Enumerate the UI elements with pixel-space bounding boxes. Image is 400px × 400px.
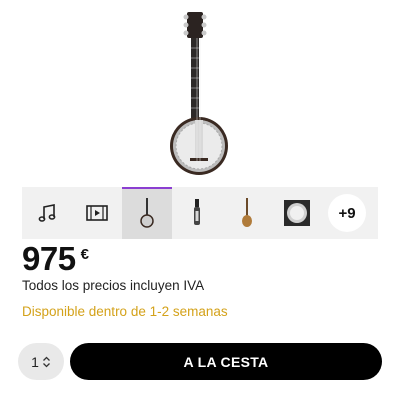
price: 975 € xyxy=(22,240,89,278)
banjo-thumb-icon xyxy=(284,200,310,226)
product-image[interactable] xyxy=(0,0,400,180)
thumb-video[interactable] xyxy=(72,187,122,239)
video-icon xyxy=(86,205,108,221)
more-images-label: +9 xyxy=(338,204,356,222)
chevron-up-down-icon xyxy=(42,356,50,367)
thumb-audio[interactable] xyxy=(22,187,72,239)
thumb-banjo-side[interactable] xyxy=(172,187,222,239)
thumb-banjo-front[interactable] xyxy=(122,187,172,239)
availability-status: Disponible dentro de 1-2 semanas xyxy=(22,304,228,319)
price-amount: 975 xyxy=(22,240,76,277)
quantity-selector[interactable]: 1 xyxy=(18,343,64,380)
banjo-thumb-icon xyxy=(194,199,200,225)
tax-note: Todos los precios incluyen IVA xyxy=(22,278,205,293)
thumb-banjo-back[interactable] xyxy=(222,187,272,239)
price-currency: € xyxy=(80,246,89,263)
add-to-cart-button[interactable]: A LA CESTA xyxy=(70,343,382,380)
more-images-button[interactable]: +9 xyxy=(328,194,366,232)
music-note-icon xyxy=(38,204,56,222)
gallery-thumbnails: +9 xyxy=(22,187,378,239)
banjo-thumb-icon xyxy=(242,198,252,227)
banjo-thumb-icon xyxy=(140,198,154,228)
thumb-banjo-detail[interactable] xyxy=(272,187,322,239)
banjo-image xyxy=(170,12,228,175)
quantity-value: 1 xyxy=(31,353,39,370)
